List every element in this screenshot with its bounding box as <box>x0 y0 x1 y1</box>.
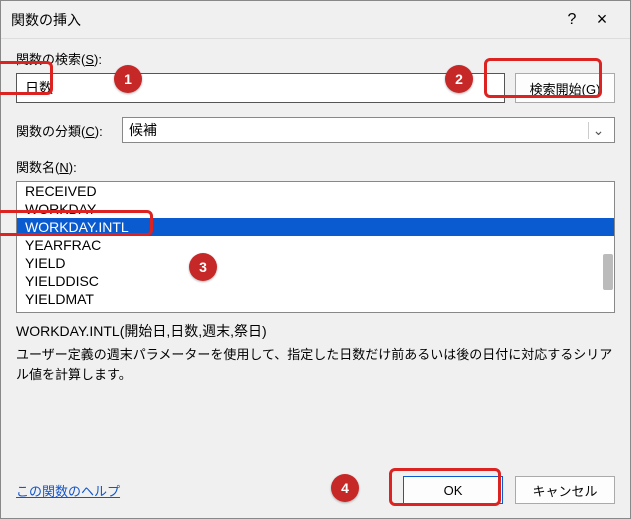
cancel-button[interactable]: キャンセル <box>515 476 615 504</box>
function-description: ユーザー定義の週末パラメーターを使用して、指定した日数だけ前あるいは後の日付に対… <box>16 345 615 384</box>
search-input[interactable] <box>16 73 505 103</box>
chevron-down-icon: ⌄ <box>588 122 608 139</box>
titlebar: 関数の挿入 ? × <box>1 1 630 39</box>
list-item[interactable]: WORKDAY <box>17 200 614 218</box>
close-icon[interactable]: × <box>584 9 620 30</box>
list-item[interactable]: RECEIVED <box>17 182 614 200</box>
category-value: 候補 <box>129 120 157 140</box>
function-listbox[interactable]: RECEIVED WORKDAY WORKDAY.INTL YEARFRAC Y… <box>16 181 615 313</box>
list-item[interactable]: YIELD <box>17 254 614 272</box>
list-item[interactable]: WORKDAY.INTL <box>17 218 614 236</box>
category-row: 関数の分類(C): 候補 ⌄ <box>16 117 615 143</box>
help-link[interactable]: この関数のヘルプ <box>16 481 391 500</box>
dialog-content: 関数の検索(S): 検索開始(G) 関数の分類(C): 候補 ⌄ 関数名(N):… <box>1 39 630 466</box>
function-name-label: 関数名(N): <box>16 157 615 176</box>
ok-button[interactable]: OK <box>403 476 503 504</box>
help-icon[interactable]: ? <box>560 11 584 29</box>
insert-function-dialog: 関数の挿入 ? × 関数の検索(S): 検索開始(G) 関数の分類(C): 候補… <box>0 0 631 519</box>
search-start-button[interactable]: 検索開始(G) <box>515 73 615 103</box>
scrollbar-thumb[interactable] <box>603 254 613 290</box>
list-item[interactable]: YEARFRAC <box>17 236 614 254</box>
search-row: 検索開始(G) <box>16 73 615 103</box>
function-signature: WORKDAY.INTL(開始日,日数,週末,祭日) <box>16 321 615 341</box>
list-item[interactable]: YIELDDISC <box>17 272 614 290</box>
category-select[interactable]: 候補 ⌄ <box>122 117 615 143</box>
dialog-title: 関数の挿入 <box>11 10 560 30</box>
list-item[interactable]: YIELDMAT <box>17 290 614 308</box>
search-label: 関数の検索(S): <box>16 49 615 68</box>
dialog-footer: この関数のヘルプ OK キャンセル 4 <box>1 466 630 518</box>
category-label: 関数の分類(C): <box>16 121 116 140</box>
